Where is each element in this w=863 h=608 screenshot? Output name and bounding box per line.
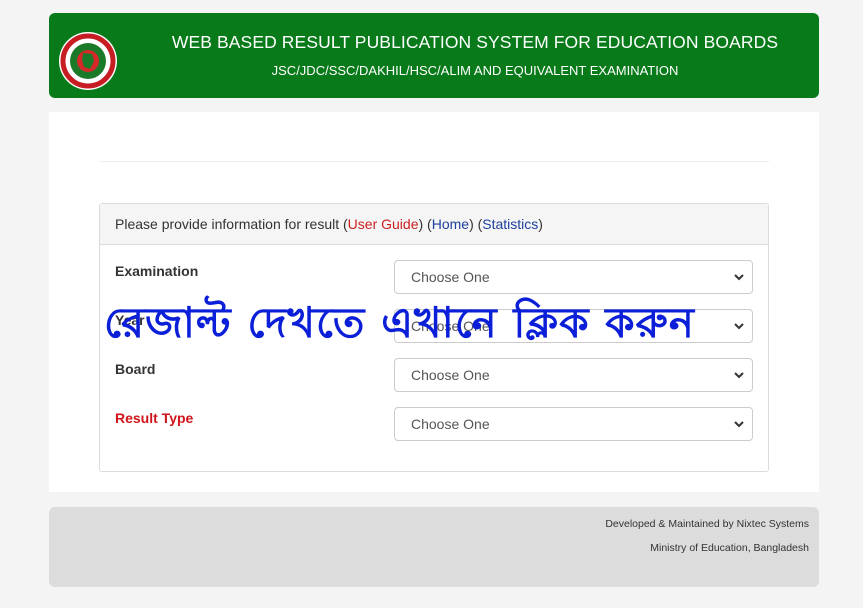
- footer: Developed & Maintained by Nixtec Systems…: [49, 507, 819, 587]
- chevron-down-icon: [734, 421, 744, 428]
- header-subtitle: JSC/JDC/SSC/DAKHIL/HSC/ALIM AND EQUIVALE…: [271, 63, 679, 78]
- examination-select[interactable]: Choose One: [394, 260, 753, 294]
- statistics-link[interactable]: Statistics: [482, 216, 538, 232]
- examination-label: Examination: [115, 263, 199, 279]
- examination-select-value: Choose One: [411, 269, 490, 285]
- chevron-down-icon: [734, 372, 744, 379]
- board-select-value: Choose One: [411, 367, 490, 383]
- ministry-credit: Ministry of Education, Bangladesh: [650, 542, 809, 554]
- panel-intro-text: Please provide information for result: [115, 216, 340, 232]
- seal-icon: [59, 32, 117, 90]
- divider: [99, 161, 769, 162]
- home-link[interactable]: Home: [432, 216, 469, 232]
- click-here-banner[interactable]: রেজাল্ট দেখতে এখানে ক্লিক করুন: [104, 290, 764, 361]
- board-select[interactable]: Choose One: [394, 358, 753, 392]
- user-guide-link[interactable]: User Guide: [348, 216, 419, 232]
- government-seal-logo: [59, 25, 117, 97]
- result-type-select-value: Choose One: [411, 416, 490, 432]
- result-type-label: Result Type: [115, 410, 194, 426]
- chevron-down-icon: [734, 274, 744, 281]
- result-type-select[interactable]: Choose One: [394, 407, 753, 441]
- header-title: WEB BASED RESULT PUBLICATION SYSTEM FOR …: [171, 32, 779, 52]
- board-label: Board: [115, 361, 156, 377]
- developer-credit: Developed & Maintained by Nixtec Systems: [605, 518, 809, 530]
- panel-heading: Please provide information for result (U…: [100, 204, 768, 245]
- header-banner: WEB BASED RESULT PUBLICATION SYSTEM FOR …: [49, 13, 819, 98]
